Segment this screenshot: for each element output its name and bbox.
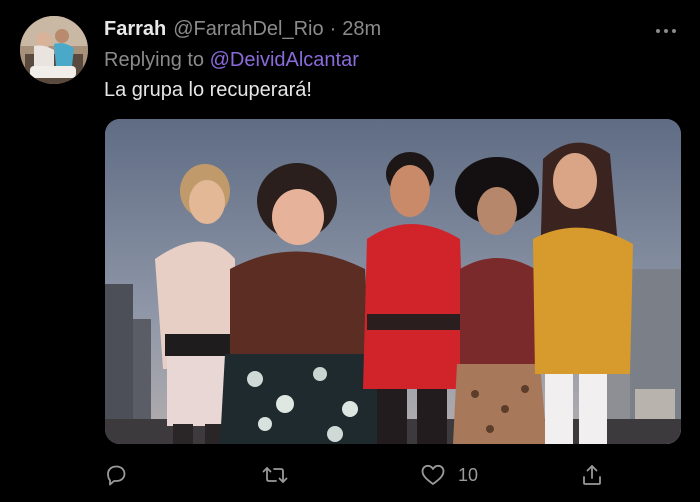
retweet-icon[interactable] — [262, 462, 288, 488]
user-handle[interactable]: @FarrahDel_Rio — [173, 18, 323, 41]
tweet: Farrah @FarrahDel_Rio · 28m Replying to … — [0, 0, 700, 502]
separator-dot: · — [329, 18, 337, 40]
reply-icon[interactable] — [104, 462, 128, 488]
heart-icon — [421, 464, 445, 485]
like-button[interactable]: 10 — [420, 462, 478, 488]
tweet-actions: 10 — [104, 462, 604, 488]
more-options-icon[interactable] — [652, 22, 680, 40]
share-icon[interactable] — [580, 462, 604, 488]
tweet-text: La grupa lo recuperará! — [104, 79, 312, 101]
more-dot — [672, 29, 676, 33]
display-name[interactable]: Farrah — [104, 18, 166, 41]
avatar[interactable] — [20, 16, 88, 84]
timestamp[interactable]: 28m — [342, 18, 381, 41]
tweet-header: Farrah @FarrahDel_Rio · 28m — [104, 18, 381, 44]
more-dot — [656, 29, 660, 33]
tweet-media-image[interactable] — [105, 119, 681, 444]
like-count: 10 — [458, 464, 479, 485]
replying-to-label: Replying to — [104, 49, 205, 71]
reply-mention-link[interactable]: @DeividAlcantar — [210, 49, 359, 71]
replying-to: Replying to @DeividAlcantar — [104, 49, 359, 72]
more-dot — [664, 29, 668, 33]
